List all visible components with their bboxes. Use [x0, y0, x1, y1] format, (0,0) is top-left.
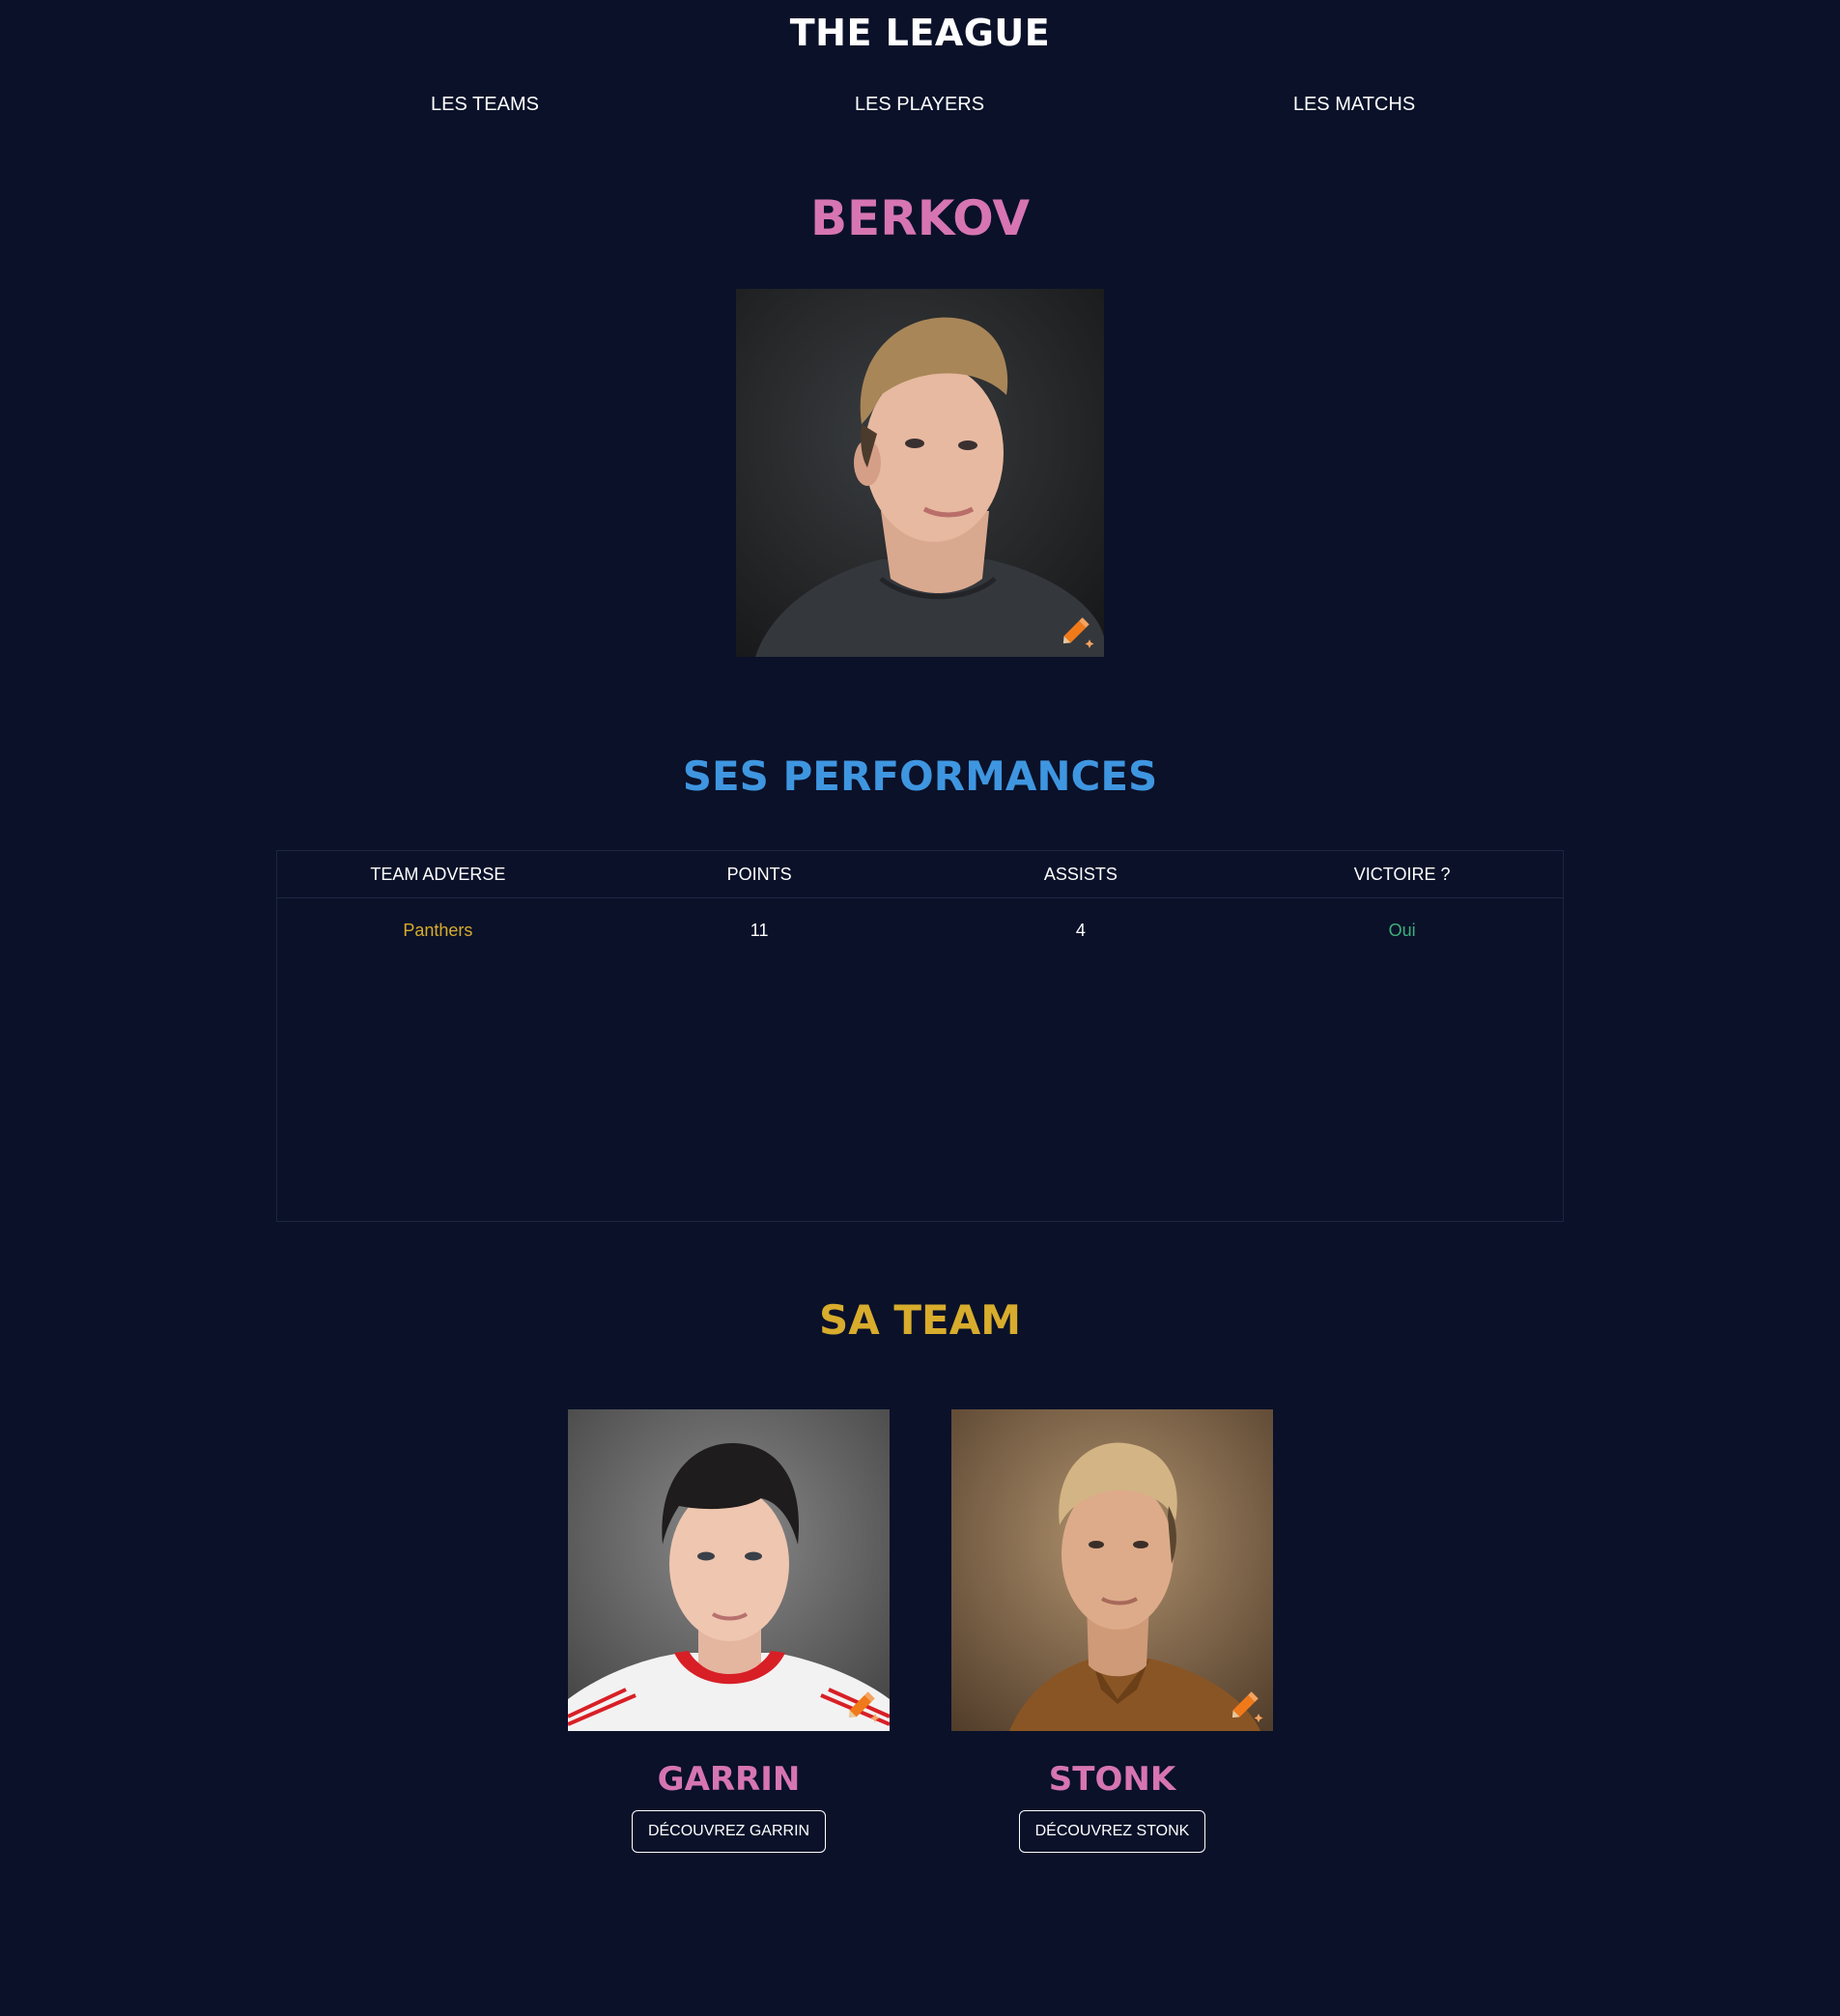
performances-title: SES PERFORMANCES [682, 752, 1158, 800]
table-row: Panthers 11 4 Oui [277, 898, 1563, 964]
teammate-name: GARRIN [657, 1760, 801, 1799]
column-header-assists: ASSISTS [1043, 865, 1118, 884]
player-photo [736, 289, 1104, 657]
player-name: BERKOV [809, 190, 1031, 246]
discover-stonk-button[interactable]: DÉCOUVREZ STONK [1018, 1810, 1206, 1853]
performances-table: TEAM ADVERSE POINTS ASSISTS VICTOIRE ? P… [276, 850, 1564, 1222]
site-title: THE LEAGUE [789, 12, 1051, 54]
cell-victory: Oui [1388, 921, 1416, 940]
teammate-card: STONK DÉCOUVREZ STONK [951, 1409, 1273, 1853]
teammate-portrait-illustration [568, 1409, 890, 1731]
nav-link-teams[interactable]: LES TEAMS [431, 90, 539, 119]
teammate-photo [951, 1409, 1273, 1731]
main-nav: LES TEAMS LES PLAYERS LES MATCHS [0, 90, 1840, 119]
pencil-sparkle-icon [848, 1691, 880, 1722]
discover-garrin-button[interactable]: DÉCOUVREZ GARRIN [631, 1810, 827, 1853]
column-header-victory: VICTOIRE ? [1353, 865, 1451, 884]
cell-points: 11 [750, 921, 769, 940]
nav-link-matchs[interactable]: LES MATCHS [1293, 90, 1415, 119]
teammate-photo [568, 1409, 890, 1731]
player-portrait-illustration [736, 289, 1104, 657]
teammate-name: STONK [1048, 1760, 1176, 1799]
column-header-team: TEAM ADVERSE [370, 865, 506, 884]
cell-opponent-team: Panthers [403, 921, 473, 940]
column-header-points: POINTS [726, 865, 792, 884]
pencil-sparkle-icon [1231, 1691, 1263, 1722]
team-title: SA TEAM [818, 1296, 1021, 1344]
teammate-portrait-illustration [951, 1409, 1273, 1731]
cell-assists: 4 [1075, 921, 1086, 940]
nav-link-players[interactable]: LES PLAYERS [855, 90, 984, 119]
teammate-card: GARRIN DÉCOUVREZ GARRIN [568, 1409, 890, 1853]
pencil-sparkle-icon [1062, 617, 1094, 648]
table-header-row: TEAM ADVERSE POINTS ASSISTS VICTOIRE ? [277, 851, 1563, 898]
